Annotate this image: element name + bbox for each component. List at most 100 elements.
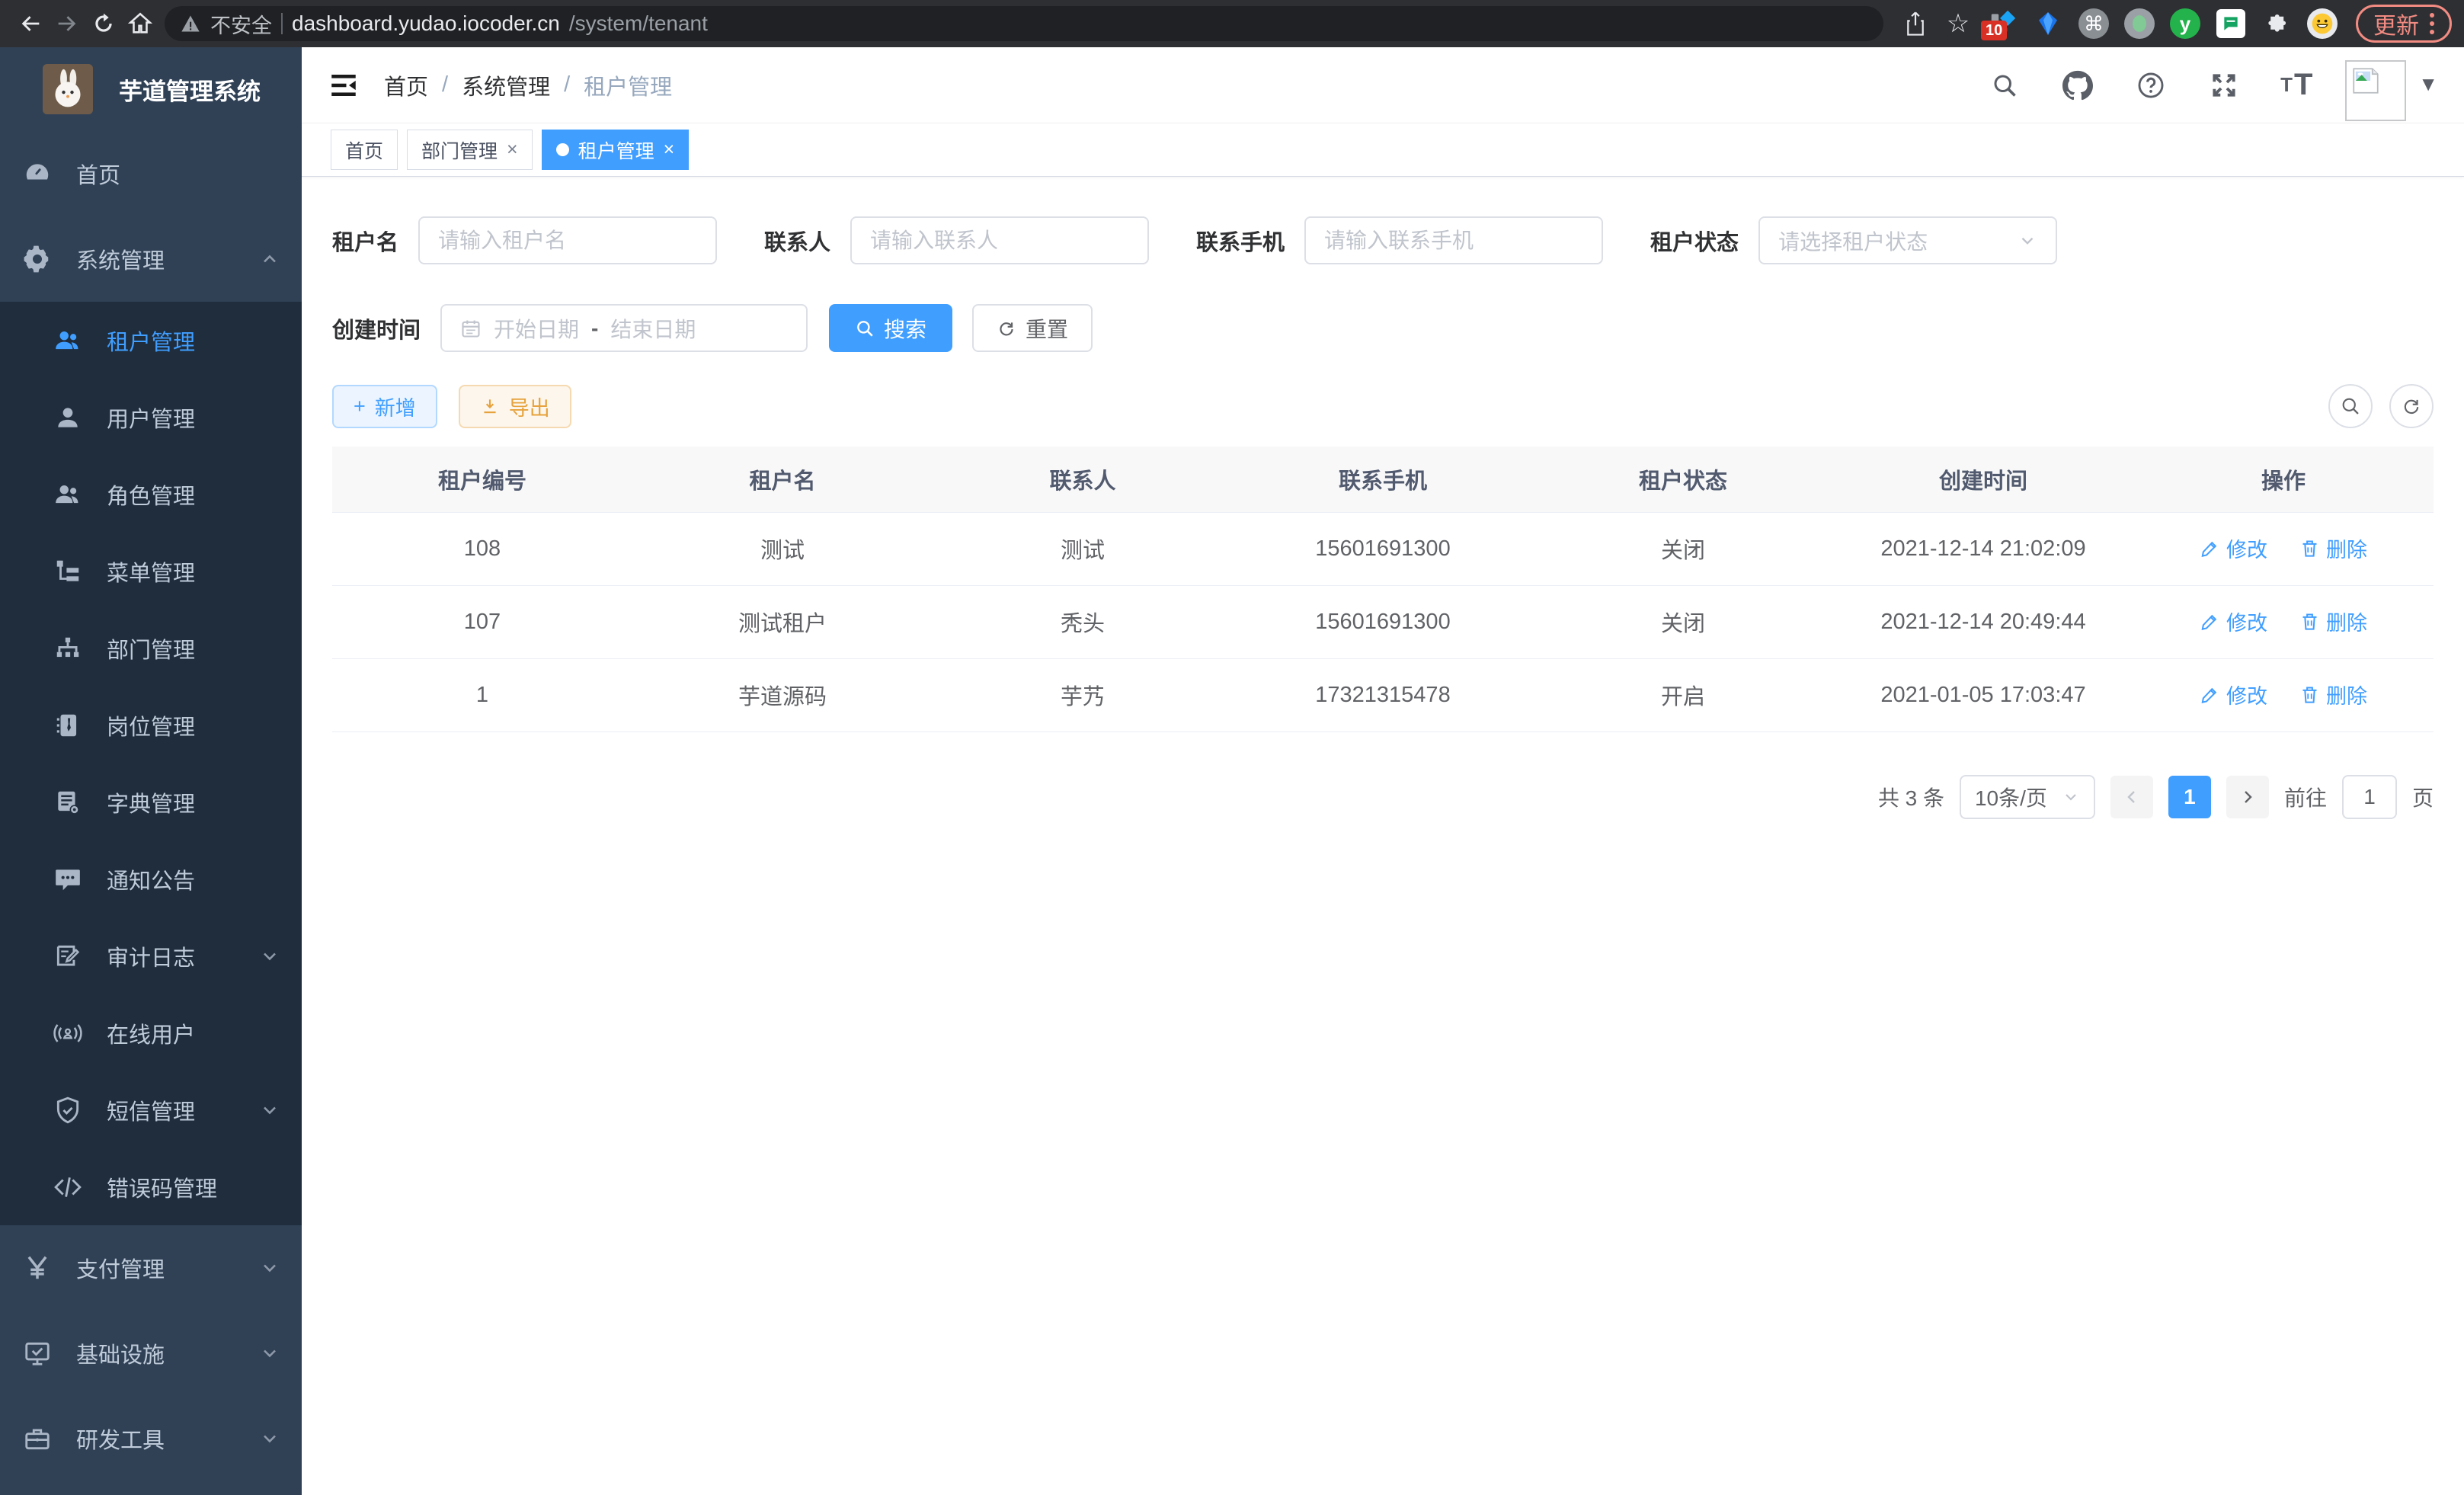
search-icon: [1991, 72, 2018, 99]
cell-actions: 修改 删除: [2133, 658, 2434, 731]
sidebar-item-pay[interactable]: 支付管理: [0, 1225, 302, 1311]
export-label: 导出: [509, 392, 550, 421]
extension-y-app[interactable]: y: [2165, 5, 2205, 42]
fullscreen-button[interactable]: [2199, 60, 2249, 110]
extensions-menu[interactable]: [2257, 5, 2296, 42]
create-time-range-picker[interactable]: 开始日期 - 结束日期: [440, 304, 808, 352]
devtool-briefcase-icon: [23, 1424, 52, 1453]
edit-icon: [2200, 611, 2220, 632]
sidebar-item-post[interactable]: 岗位管理: [0, 687, 302, 764]
edit-button[interactable]: 修改: [2200, 680, 2267, 709]
sidebar-item-label: 岗位管理: [107, 709, 280, 741]
tab-home[interactable]: 首页: [331, 130, 398, 170]
sidebar-toggle-button[interactable]: [328, 69, 360, 101]
extension-chat[interactable]: [2211, 5, 2251, 42]
tab-tenant[interactable]: 租户管理 ×: [542, 130, 690, 170]
date-end-placeholder[interactable]: 结束日期: [610, 313, 696, 344]
browser-reload-button[interactable]: [85, 5, 122, 42]
sidebar-item-audit-log[interactable]: 审计日志: [0, 917, 302, 994]
delete-button[interactable]: 删除: [2299, 533, 2367, 563]
chrome-update-button[interactable]: 更新: [2356, 5, 2452, 43]
tab-dept[interactable]: 部门管理 ×: [407, 130, 533, 170]
audit-log-icon: [53, 942, 82, 971]
sidebar-item-tenant[interactable]: 租户管理: [0, 302, 302, 379]
share-button[interactable]: [1897, 5, 1934, 42]
post-badge-icon: [53, 711, 82, 740]
sidebar-item-dict[interactable]: 字典管理: [0, 764, 302, 840]
cell-id: 1: [332, 658, 632, 731]
contact-input[interactable]: [870, 229, 1129, 253]
sidebar-item-online-user[interactable]: 在线用户: [0, 994, 302, 1071]
extension-gem[interactable]: [2028, 5, 2068, 42]
browser-menu-icon[interactable]: [2430, 13, 2434, 34]
active-dot: [556, 143, 569, 156]
close-icon[interactable]: ×: [507, 139, 518, 161]
sidebar-logo[interactable]: 芋道管理系统: [0, 47, 302, 131]
add-label: 新增: [375, 392, 416, 421]
edit-button[interactable]: 修改: [2200, 607, 2267, 636]
sidebar-item-system[interactable]: 系统管理: [0, 216, 302, 302]
sidebar-item-sms[interactable]: 短信管理: [0, 1071, 302, 1148]
sidebar-item-errcode[interactable]: 错误码管理: [0, 1148, 302, 1225]
address-bar[interactable]: 不安全 dashboard.yudao.iocoder.cn/system/te…: [165, 6, 1883, 41]
tenant-name-field[interactable]: [418, 216, 717, 264]
url-host[interactable]: dashboard.yudao.iocoder.cn: [292, 11, 560, 36]
font-size-button[interactable]: TT: [2272, 60, 2322, 110]
sidebar-item-home[interactable]: 首页: [0, 131, 302, 216]
browser-forward-button[interactable]: [49, 5, 85, 42]
broken-image-icon: [2350, 65, 2382, 97]
extension-command[interactable]: ⌘: [2074, 5, 2114, 42]
tenant-name-input[interactable]: [438, 229, 697, 253]
search-button[interactable]: 搜索: [829, 304, 952, 352]
sidebar-item-label: 审计日志: [107, 940, 259, 972]
breadcrumb-home[interactable]: 首页: [384, 69, 428, 101]
add-button[interactable]: + 新增: [332, 385, 437, 428]
sidebar-item-notice[interactable]: 通知公告: [0, 840, 302, 917]
current-page-button[interactable]: 1: [2168, 776, 2211, 818]
update-label: 更新: [2373, 7, 2419, 40]
delete-button[interactable]: 删除: [2299, 680, 2367, 709]
user-menu[interactable]: ▼: [2345, 50, 2438, 121]
status-select[interactable]: 请选择租户状态: [1758, 216, 2057, 264]
contact-field[interactable]: [850, 216, 1149, 264]
sidebar-item-dept[interactable]: 部门管理: [0, 610, 302, 687]
refresh-table-button[interactable]: [2389, 384, 2434, 428]
sidebar-item-label: 角色管理: [107, 479, 280, 511]
mobile-input[interactable]: [1324, 229, 1583, 253]
sidebar-item-role[interactable]: 角色管理: [0, 456, 302, 533]
extension-tasks[interactable]: 10: [1982, 5, 2022, 42]
chevron-down-icon: [259, 946, 280, 967]
prev-page-button[interactable]: [2110, 776, 2153, 818]
extension-status[interactable]: [2120, 5, 2159, 42]
sidebar-item-label: 系统管理: [76, 243, 259, 275]
security-label[interactable]: 不安全: [210, 9, 272, 39]
edit-button[interactable]: 修改: [2200, 533, 2267, 563]
goto-page-input[interactable]: [2342, 775, 2397, 819]
page-size-select[interactable]: 10条/页: [1960, 775, 2095, 819]
mobile-field[interactable]: [1304, 216, 1603, 264]
export-button[interactable]: 导出: [459, 385, 571, 428]
github-link[interactable]: [2053, 60, 2103, 110]
sidebar-item-user[interactable]: 用户管理: [0, 379, 302, 456]
date-start-placeholder[interactable]: 开始日期: [494, 313, 579, 344]
header-search-button[interactable]: [1979, 60, 2030, 110]
browser-back-button[interactable]: [12, 5, 49, 42]
docs-help-button[interactable]: [2126, 60, 2176, 110]
toggle-search-button[interactable]: [2328, 384, 2373, 428]
sidebar-item-menu[interactable]: 菜单管理: [0, 533, 302, 610]
browser-home-button[interactable]: [122, 5, 158, 42]
delete-button[interactable]: 删除: [2299, 607, 2367, 636]
profile-avatar[interactable]: [2302, 5, 2342, 42]
trash-icon: [2299, 538, 2320, 559]
bookmark-button[interactable]: ☆: [1940, 5, 1976, 42]
sidebar-item-devtool[interactable]: 研发工具: [0, 1396, 302, 1481]
sidebar-item-label: 基础设施: [76, 1337, 259, 1369]
chevron-down-icon: [259, 1100, 280, 1121]
close-icon[interactable]: ×: [664, 139, 675, 161]
reset-button[interactable]: 重置: [972, 304, 1093, 352]
breadcrumb-system[interactable]: 系统管理: [462, 69, 550, 101]
avatar[interactable]: [2345, 60, 2406, 121]
extension-badge: 10: [1981, 21, 2007, 40]
next-page-button[interactable]: [2226, 776, 2269, 818]
sidebar-item-infra[interactable]: 基础设施: [0, 1311, 302, 1396]
